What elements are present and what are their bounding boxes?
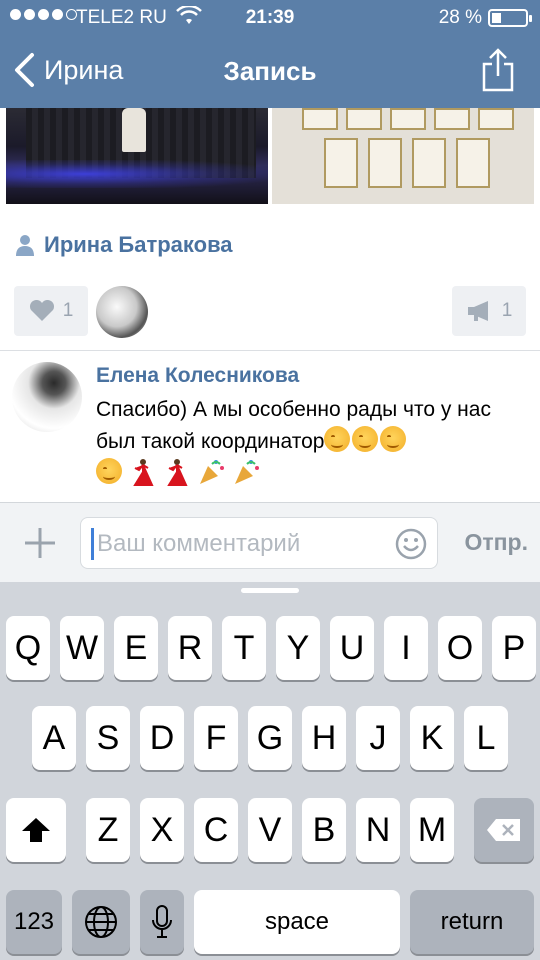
- attach-plus-icon[interactable]: [22, 525, 58, 561]
- key-u[interactable]: U: [330, 616, 374, 680]
- key-d[interactable]: D: [140, 706, 184, 770]
- key-j[interactable]: J: [356, 706, 400, 770]
- repost-count: 1: [501, 300, 513, 321]
- text-caret: [91, 528, 94, 560]
- key-l[interactable]: L: [464, 706, 508, 770]
- return-key[interactable]: return: [410, 890, 534, 954]
- like-count: 1: [62, 300, 74, 321]
- key-e[interactable]: E: [114, 616, 158, 680]
- post-photo-stage[interactable]: [6, 108, 268, 204]
- key-t[interactable]: T: [222, 616, 266, 680]
- key-c[interactable]: C: [194, 798, 238, 862]
- heart-icon: [29, 300, 54, 321]
- shift-key[interactable]: [6, 798, 66, 862]
- battery-icon: [488, 9, 532, 27]
- keyboard-handle: [241, 588, 299, 593]
- onscreen-keyboard: Q W E R T Y U I O P A S D F G H J K L Z …: [0, 582, 540, 960]
- key-x[interactable]: X: [140, 798, 184, 862]
- battery-percent: 28 %: [438, 7, 482, 28]
- comment-input-box[interactable]: [80, 517, 438, 569]
- post-actions: 1 1: [0, 286, 540, 338]
- like-button[interactable]: 1: [14, 286, 88, 336]
- shift-arrow-icon: [22, 818, 50, 842]
- backspace-icon: [487, 819, 520, 841]
- comment-input[interactable]: [97, 526, 387, 562]
- key-q[interactable]: Q: [6, 616, 50, 680]
- relaxed-emoji-icon: [96, 458, 122, 484]
- dictation-key[interactable]: [140, 890, 184, 954]
- dancer-emoji-icon: [166, 459, 188, 486]
- megaphone-icon: [467, 301, 488, 321]
- key-n[interactable]: N: [356, 798, 400, 862]
- app-header: TELE2 RU 21:39 28 % Ирина Запись: [0, 0, 540, 108]
- relaxed-emoji-icon: [352, 426, 379, 452]
- key-h[interactable]: H: [302, 706, 346, 770]
- key-f[interactable]: F: [194, 706, 238, 770]
- post-photos: [0, 108, 540, 204]
- post-content: Ирина Батракова 1 1 Елена Колесникова Сп…: [0, 108, 540, 502]
- key-w[interactable]: W: [60, 616, 104, 680]
- key-a[interactable]: A: [32, 706, 76, 770]
- divider: [0, 350, 540, 351]
- relaxed-emoji-icon: [380, 426, 407, 452]
- microphone-icon: [152, 905, 172, 938]
- user-icon: [16, 235, 34, 256]
- page-title: Запись: [223, 56, 317, 86]
- relaxed-emoji-icon: [324, 426, 351, 452]
- key-z[interactable]: Z: [86, 798, 130, 862]
- comment-avatar[interactable]: [12, 362, 82, 432]
- key-v[interactable]: V: [248, 798, 292, 862]
- key-y[interactable]: Y: [276, 616, 320, 680]
- numbers-key[interactable]: 123: [6, 890, 62, 954]
- key-m[interactable]: M: [410, 798, 454, 862]
- party-popper-emoji-icon: [199, 460, 224, 484]
- space-key[interactable]: space: [194, 890, 400, 954]
- smiley-icon[interactable]: [395, 528, 427, 560]
- key-o[interactable]: O: [438, 616, 482, 680]
- status-bar: TELE2 RU 21:39 28 %: [0, 0, 540, 36]
- post-author[interactable]: Ирина Батракова: [16, 232, 233, 258]
- key-p[interactable]: P: [492, 616, 536, 680]
- navigation-bar: Ирина Запись: [0, 36, 540, 108]
- share-icon[interactable]: [480, 46, 516, 94]
- key-g[interactable]: G: [248, 706, 292, 770]
- post-author-name: Ирина Батракова: [44, 232, 233, 257]
- key-r[interactable]: R: [168, 616, 212, 680]
- send-button[interactable]: Отпр.: [465, 529, 529, 556]
- repost-button[interactable]: 1: [452, 286, 526, 336]
- key-b[interactable]: B: [302, 798, 346, 862]
- dancer-emoji-icon: [133, 459, 154, 486]
- comment-composer: Отпр.: [0, 502, 540, 582]
- comment-text-block: Спасибо) А мы особенно рады что у нас бы…: [96, 394, 526, 490]
- liker-avatar[interactable]: [96, 286, 148, 338]
- comment-text: Спасибо) А мы особенно рады что у нас бы…: [96, 398, 491, 453]
- globe-key[interactable]: [72, 890, 130, 954]
- key-k[interactable]: K: [410, 706, 454, 770]
- key-i[interactable]: I: [384, 616, 428, 680]
- backspace-key[interactable]: [474, 798, 534, 862]
- post-photo-seating-chart[interactable]: [272, 108, 534, 204]
- comment-author-name[interactable]: Елена Колесникова: [96, 364, 299, 388]
- party-popper-emoji-icon: [235, 460, 260, 484]
- globe-icon: [85, 906, 117, 938]
- key-s[interactable]: S: [86, 706, 130, 770]
